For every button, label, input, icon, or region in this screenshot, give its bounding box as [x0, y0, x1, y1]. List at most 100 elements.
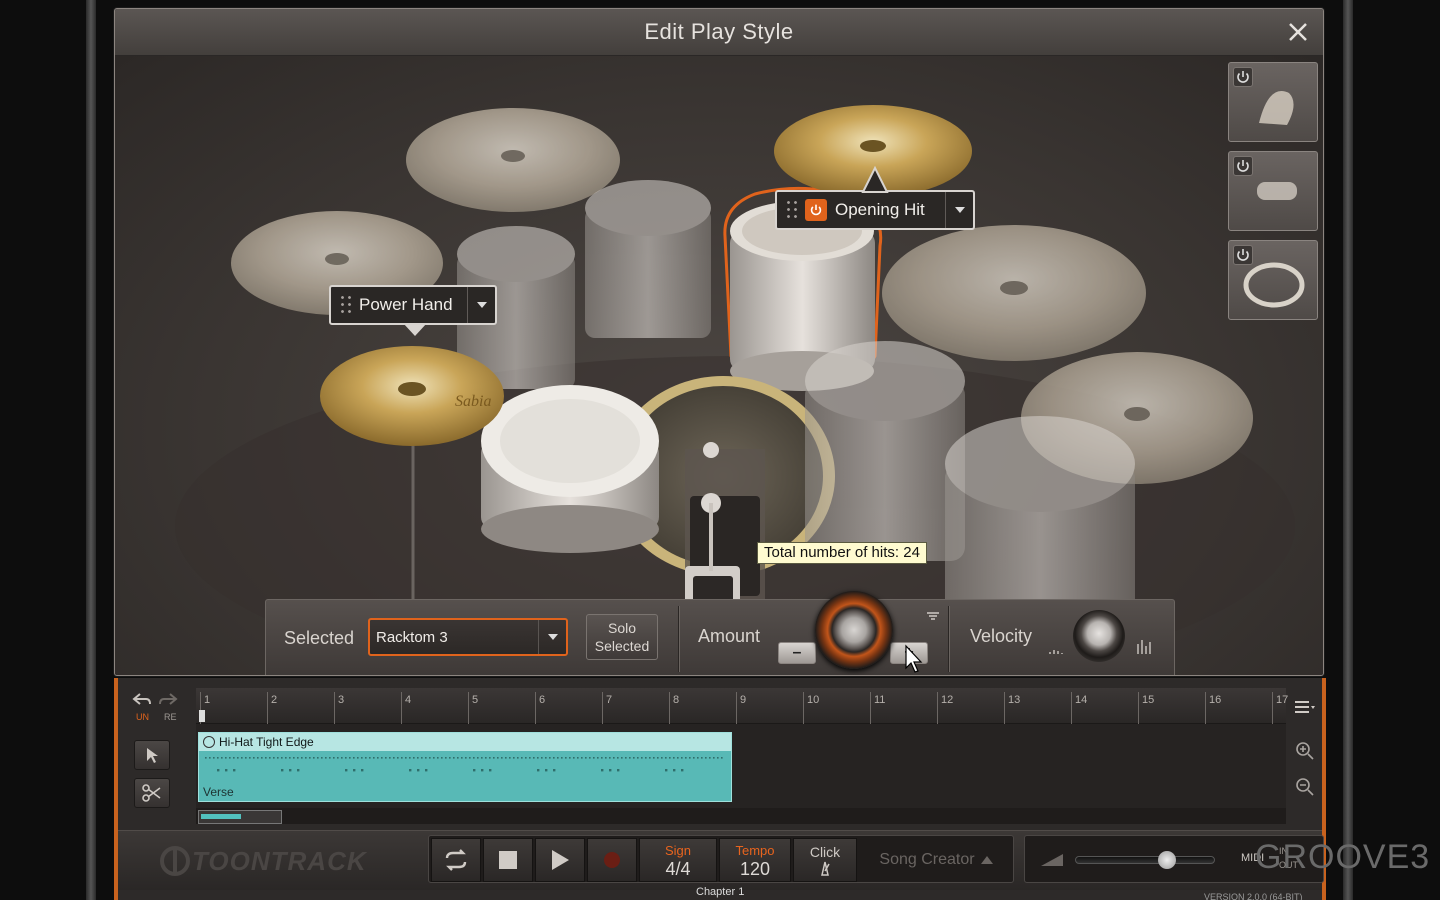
note-mark [701, 757, 703, 759]
bar-marker: 2 [267, 692, 277, 724]
note-mark [345, 757, 347, 759]
close-icon[interactable] [1285, 19, 1311, 45]
loop-button[interactable] [431, 838, 481, 882]
time-signature[interactable]: Sign 4/4 [639, 838, 717, 882]
timeline-ruler[interactable]: 1 2 3 4 5 6 7 8 9 10 11 12 13 14 15 16 17 [196, 688, 1288, 724]
note-mark [589, 757, 591, 759]
click-button[interactable]: Click [793, 838, 857, 882]
undo-icon[interactable] [132, 692, 152, 713]
tempo[interactable]: Tempo 120 [719, 838, 791, 882]
note-mark [669, 757, 671, 759]
power-icon[interactable] [805, 199, 827, 221]
power-icon[interactable] [1233, 156, 1253, 176]
power-icon[interactable] [1233, 67, 1253, 87]
clip-title: Hi-Hat Tight Edge [219, 735, 314, 749]
chevron-up-icon [980, 856, 993, 864]
hits-tooltip: Total number of hits: 24 [757, 542, 927, 564]
stop-button[interactable] [483, 838, 533, 882]
bar-marker: 6 [535, 692, 545, 724]
note-mark [549, 757, 551, 759]
zoom-in-icon[interactable] [1290, 736, 1320, 766]
scissors-tool-button[interactable] [134, 778, 170, 808]
note-mark [477, 757, 479, 759]
note-mark [585, 757, 587, 759]
note-mark [329, 757, 331, 759]
play-icon [552, 850, 569, 870]
chevron-down-icon[interactable] [945, 192, 973, 228]
note-mark [697, 757, 699, 759]
dialog-titlebar: Edit Play Style [115, 9, 1323, 56]
note-mark [317, 757, 319, 759]
bar-number: 2 [271, 694, 278, 706]
master-volume-slider[interactable] [1075, 851, 1215, 869]
amount-decrease-button[interactable]: – [778, 642, 816, 664]
amount-menu-icon[interactable] [926, 608, 940, 626]
song-creator-button[interactable]: Song Creator [861, 838, 1011, 882]
opening-hit-tag[interactable]: Opening Hit [775, 190, 975, 230]
chevron-down-icon[interactable] [538, 620, 566, 654]
velocity-knob[interactable] [1073, 610, 1125, 662]
transport-bar: TOONTRACK Sign 4/4 Tempo 120 Click Song … [118, 830, 1324, 890]
scrollbar-thumb[interactable] [198, 810, 282, 824]
volume-icon [1041, 854, 1063, 866]
clip-menu-icon[interactable] [203, 736, 215, 748]
divider [678, 606, 679, 672]
note-mark [493, 757, 495, 759]
midi-clip[interactable]: Hi-Hat Tight Edge Verse [198, 732, 732, 802]
timeline-track[interactable]: Hi-Hat Tight Edge Verse [196, 724, 1286, 808]
tag-pointer [861, 165, 889, 193]
note-mark [337, 757, 339, 759]
note-mark [713, 757, 715, 759]
note-mark [693, 757, 695, 759]
bar-number: 15 [1142, 694, 1155, 706]
note-mark [313, 757, 315, 759]
note-mark [557, 757, 559, 759]
amount-knob[interactable] [815, 591, 893, 669]
bar-number: 11 [874, 694, 886, 706]
note-mark [281, 757, 283, 759]
note-mark [237, 757, 239, 759]
power-hand-tag[interactable]: Power Hand [329, 285, 497, 336]
clip-header[interactable]: Hi-Hat Tight Edge [199, 733, 731, 751]
tambourine-style-thumb[interactable] [1228, 240, 1318, 320]
bar-marker: 9 [736, 692, 746, 724]
note-mark [301, 757, 303, 759]
selected-instrument-dropdown[interactable]: Racktom 3 [368, 618, 568, 656]
power-icon[interactable] [1233, 245, 1253, 265]
note-mark [485, 757, 487, 759]
hands-style-thumb[interactable] [1228, 62, 1318, 142]
note-mark [529, 757, 531, 759]
velocity-low-icon [1048, 642, 1064, 661]
note-mark [505, 757, 507, 759]
note-mark [421, 757, 423, 759]
note-mark [597, 757, 599, 759]
note-mark [353, 769, 356, 772]
note-mark [645, 757, 647, 759]
pointer-tool-button[interactable] [134, 740, 170, 770]
shaker-style-thumb[interactable] [1228, 151, 1318, 231]
redo-icon[interactable] [158, 692, 178, 713]
version-label: VERSION 2.0.0 (64-BIT) [1204, 892, 1303, 900]
chevron-down-icon[interactable] [467, 287, 495, 323]
note-mark [533, 757, 535, 759]
record-button[interactable] [587, 838, 637, 882]
drag-grip-icon[interactable] [785, 199, 799, 221]
transport-controls: Sign 4/4 Tempo 120 Click Song Creator [428, 835, 1014, 883]
timeline-scrollbar[interactable] [196, 808, 1286, 824]
opening-hit-label: Opening Hit [835, 200, 925, 219]
note-mark [245, 757, 247, 759]
note-mark [409, 769, 412, 772]
slider-handle[interactable] [1158, 851, 1176, 869]
note-mark [401, 757, 403, 759]
menu-icon[interactable] [1290, 692, 1320, 722]
solo-selected-button[interactable]: Solo Selected [586, 614, 658, 660]
note-mark [685, 757, 687, 759]
scissors-icon [142, 784, 161, 802]
note-mark [613, 757, 615, 759]
undo-redo-group: UN RE [126, 690, 182, 724]
play-button[interactable] [535, 838, 585, 882]
drag-grip-icon[interactable] [339, 294, 353, 316]
zoom-out-icon[interactable] [1290, 772, 1320, 802]
playhead[interactable] [199, 710, 205, 722]
undo-label: UN [136, 712, 149, 722]
